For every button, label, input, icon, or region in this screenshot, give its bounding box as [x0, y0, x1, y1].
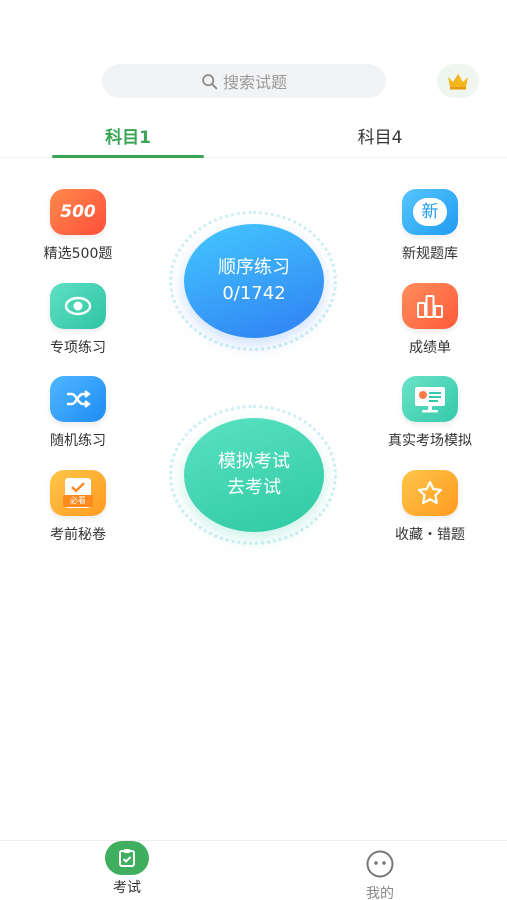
feature-favorites-mistakes[interactable]: 收藏・错题 [375, 470, 485, 544]
feature-random-practice[interactable]: 随机练习 [23, 376, 133, 450]
sequential-progress: 0/1742 [222, 283, 286, 304]
new-badge-icon: 新 [402, 189, 458, 235]
feature-special-practice[interactable]: 专项练习 [23, 283, 133, 357]
mock-exam-button[interactable]: 模拟考试 去考试 [184, 418, 324, 532]
feature-label: 真实考场模拟 [388, 433, 472, 449]
must-read-book-icon: 必看 [50, 470, 106, 516]
search-icon [202, 73, 218, 89]
score-chart-icon [402, 283, 458, 329]
feature-label: 考前秘卷 [50, 527, 106, 543]
feature-label: 成绩单 [409, 340, 451, 356]
target-eye-icon [50, 283, 106, 329]
feature-score-report[interactable]: 成绩单 [375, 283, 485, 357]
feature-real-exam-simulation[interactable]: 真实考场模拟 [375, 376, 485, 450]
feature-label: 新规题库 [402, 246, 458, 262]
active-tab-indicator [52, 155, 204, 158]
vip-button[interactable] [437, 64, 479, 98]
smiley-face-icon [363, 847, 397, 881]
mock-exam-title: 模拟考试 [218, 451, 290, 472]
sequential-title: 顺序练习 [218, 257, 290, 278]
feature-label: 精选500题 [43, 246, 113, 262]
nav-item-exam[interactable]: 考试 [67, 841, 187, 900]
nav-label-mine: 我的 [366, 886, 394, 900]
mock-exam-subtitle: 去考试 [227, 477, 281, 498]
nav-label-exam: 考试 [113, 880, 141, 896]
exam-clipboard-icon [105, 841, 149, 875]
search-input[interactable]: 搜索试题 [102, 64, 386, 98]
exam-screen-icon [402, 376, 458, 422]
tab-subject-4[interactable]: 科目4 [304, 112, 456, 158]
feature-label: 随机练习 [50, 433, 106, 449]
nav-item-mine[interactable]: 我的 [320, 841, 440, 900]
feature-selected-500[interactable]: 500 精选500题 [23, 189, 133, 263]
feature-new-rules-bank[interactable]: 新 新规题库 [375, 189, 485, 263]
badge-500-icon: 500 [50, 189, 106, 235]
feature-label: 专项练习 [50, 340, 106, 356]
star-icon [402, 470, 458, 516]
subject-tabs: 科目1 科目4 [0, 112, 507, 158]
shuffle-icon [50, 376, 106, 422]
sequential-practice-button[interactable]: 顺序练习 0/1742 [184, 224, 324, 338]
feature-pre-exam-papers[interactable]: 必看 考前秘卷 [23, 470, 133, 544]
search-placeholder: 搜索试题 [222, 73, 287, 92]
crown-icon [448, 74, 468, 90]
feature-label: 收藏・错题 [395, 527, 465, 543]
bottom-nav: 考试 我的 [0, 840, 507, 900]
tab-subject-1[interactable]: 科目1 [52, 112, 204, 158]
